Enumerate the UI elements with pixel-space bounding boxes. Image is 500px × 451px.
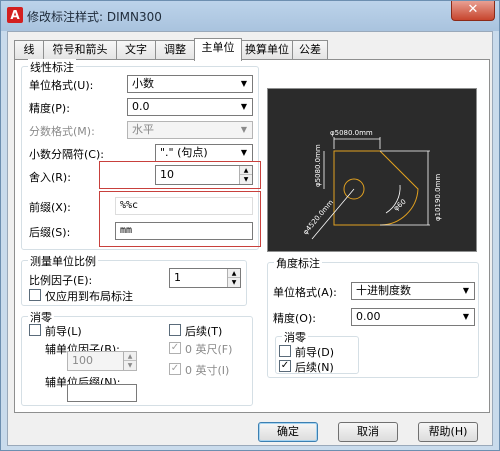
decimal-separator-select[interactable]: "." (句点) ▼ [155, 144, 253, 162]
precision-value: 0.0 [132, 100, 150, 113]
scale-factor-label: 比例因子(E): [29, 274, 93, 287]
autocad-logo-icon: A [7, 7, 23, 23]
dialog-window: A 修改标注样式: DIMN300 ✕ 线 符号和箭头 文字 调整 主单位 换算… [0, 0, 500, 451]
tab-tolerances[interactable]: 公差 [292, 40, 328, 60]
spin-up-icon[interactable]: ▲ [124, 352, 136, 361]
leading-zero-checkbox[interactable] [29, 324, 41, 336]
angular-trailing-label: 后续(N) [295, 361, 334, 374]
chevron-down-icon: ▼ [240, 125, 248, 134]
angular-zero-title: 消零 [282, 329, 308, 345]
decimal-separator-value: "." (句点) [160, 146, 208, 159]
trailing-zero-checkbox[interactable] [169, 324, 181, 336]
fraction-format-value: 水平 [132, 123, 154, 136]
chevron-down-icon: ▼ [240, 79, 248, 88]
prefix-label: 前缀(X): [29, 201, 71, 214]
chevron-down-icon: ▼ [240, 148, 248, 157]
dim-text-right: φ10190.0mm [434, 174, 442, 221]
sub-unit-suffix-input[interactable] [67, 384, 137, 402]
cancel-button[interactable]: 取消 [338, 422, 398, 442]
spin-down-icon[interactable]: ▼ [228, 278, 240, 287]
angular-leading-checkbox[interactable] [279, 345, 291, 357]
roundoff-value: 10 [160, 168, 174, 181]
preview-drawing: φ5080.0mm φ5080.0mm φ10190.0mm φ60 φ4520… [301, 129, 442, 240]
spin-buttons[interactable]: ▲ ▼ [123, 352, 136, 370]
chevron-down-icon: ▼ [462, 286, 470, 295]
dim-text-top: φ5080.0mm [330, 129, 373, 137]
dialog-body: 线 符号和箭头 文字 调整 主单位 换算单位 公差 线性标注 单位格式(U): … [7, 31, 493, 446]
ok-button[interactable]: 确定 [258, 422, 318, 442]
roundoff-spinner[interactable]: 10 ▲ ▼ [155, 165, 253, 185]
angular-leading-label: 前导(D) [295, 346, 335, 359]
inches-label: 0 英寸(I) [185, 364, 230, 377]
tab-alternate-units[interactable]: 换算单位 [241, 40, 293, 60]
leading-zero-label: 前导(L) [45, 325, 82, 338]
feet-checkbox[interactable]: ✓ [169, 342, 181, 354]
title-bar: A 修改标注样式: DIMN300 ✕ [1, 1, 499, 31]
tab-fit[interactable]: 调整 [155, 40, 195, 60]
unit-format-label: 单位格式(U): [29, 79, 94, 92]
linear-group-title: 线性标注 [28, 59, 76, 75]
sub-unit-factor-spinner[interactable]: 100 ▲ ▼ [67, 351, 137, 371]
inches-checkbox[interactable]: ✓ [169, 363, 181, 375]
spin-buttons[interactable]: ▲ ▼ [227, 269, 240, 287]
precision-label: 精度(P): [29, 102, 70, 115]
tab-text[interactable]: 文字 [116, 40, 156, 60]
tab-lines[interactable]: 线 [14, 40, 44, 60]
angular-unit-format-select[interactable]: 十进制度数 ▼ [351, 282, 475, 300]
spin-buttons[interactable]: ▲ ▼ [239, 166, 252, 184]
angular-trailing-checkbox[interactable]: ✓ [279, 360, 291, 372]
spin-down-icon[interactable]: ▼ [240, 175, 252, 184]
scale-group-title: 测量单位比例 [28, 253, 98, 269]
spin-up-icon[interactable]: ▲ [240, 166, 252, 175]
suffix-input[interactable]: mm [115, 222, 253, 240]
decimal-separator-label: 小数分隔符(C): [29, 148, 104, 161]
prefix-input[interactable]: %%c [115, 197, 253, 215]
dimension-preview: φ5080.0mm φ5080.0mm φ10190.0mm φ60 φ4520… [267, 88, 477, 252]
unit-format-select[interactable]: 小数 ▼ [127, 75, 253, 93]
angular-unit-format-label: 单位格式(A): [273, 286, 337, 299]
layout-only-label: 仅应用到布局标注 [45, 290, 133, 303]
tab-symbols-arrows[interactable]: 符号和箭头 [43, 40, 117, 60]
angular-unit-format-value: 十进制度数 [356, 284, 411, 297]
help-button[interactable]: 帮助(H) [418, 422, 478, 442]
feet-label: 0 英尺(F) [185, 343, 233, 356]
tab-panel-primary-units: 线性标注 单位格式(U): 小数 ▼ 精度(P): 0.0 ▼ 分数格式(M):… [14, 59, 490, 413]
angular-group-title: 角度标注 [274, 255, 322, 271]
suffix-label: 后缀(S): [29, 226, 71, 239]
part-outline [333, 150, 419, 226]
close-button[interactable]: ✕ [451, 1, 495, 21]
fraction-format-select[interactable]: 水平 ▼ [127, 121, 253, 139]
spin-down-icon[interactable]: ▼ [124, 361, 136, 370]
tab-primary-units[interactable]: 主单位 [194, 38, 242, 61]
sub-unit-factor-value: 100 [72, 354, 93, 367]
roundoff-label: 舍入(R): [29, 171, 71, 184]
scale-factor-spinner[interactable]: 1 ▲ ▼ [169, 268, 241, 288]
spin-up-icon[interactable]: ▲ [228, 269, 240, 278]
scale-factor-value: 1 [174, 271, 181, 284]
dim-text-angle: φ60 [392, 198, 408, 213]
angular-precision-select[interactable]: 0.00 ▼ [351, 308, 475, 326]
dim-text-left: φ5080.0mm [314, 144, 322, 187]
chevron-down-icon: ▼ [240, 102, 248, 111]
unit-format-value: 小数 [132, 77, 154, 90]
trailing-zero-label: 后续(T) [185, 325, 223, 338]
layout-only-checkbox[interactable] [29, 289, 41, 301]
angular-precision-value: 0.00 [356, 310, 381, 323]
precision-select[interactable]: 0.0 ▼ [127, 98, 253, 116]
window-title: 修改标注样式: DIMN300 [27, 10, 162, 24]
chevron-down-icon: ▼ [462, 312, 470, 321]
fraction-format-label: 分数格式(M): [29, 125, 95, 138]
angular-precision-label: 精度(O): [273, 312, 316, 325]
